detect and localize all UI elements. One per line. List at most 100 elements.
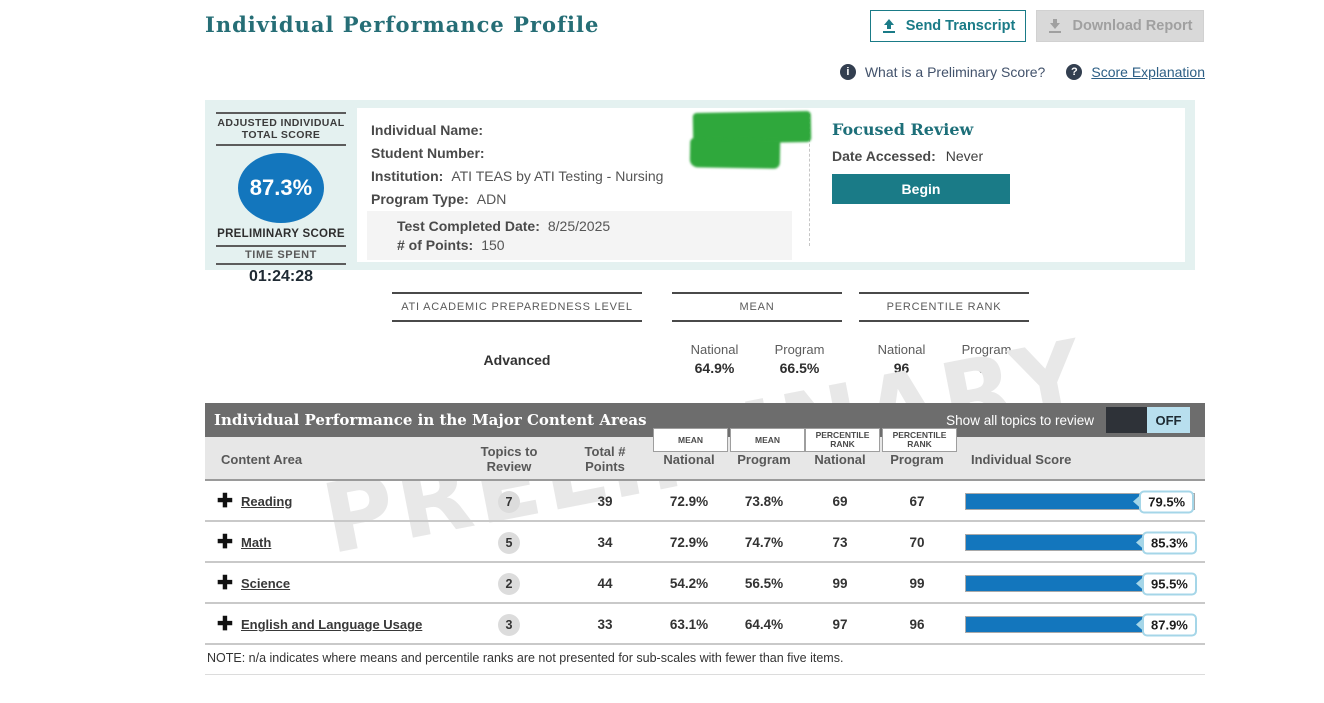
focused-review-section: Focused Review Date Accessed: Never Begi…: [832, 120, 1162, 204]
info-icon: i: [840, 64, 856, 80]
column-topics-to-review: Topics to Review: [469, 437, 549, 481]
total-points-value: 39: [575, 481, 635, 522]
show-topics-toggle[interactable]: OFF: [1106, 407, 1190, 433]
mean-program-value: 73.8%: [734, 481, 794, 522]
percentile-program-value: 99: [887, 563, 947, 604]
total-points-value: 34: [575, 522, 635, 563]
preparedness-level-block: ATI ACADEMIC PREPAREDNESS LEVEL Advanced: [392, 292, 642, 368]
content-area-link[interactable]: Reading: [241, 481, 292, 522]
table-title: Individual Performance in the Major Cont…: [205, 411, 647, 429]
mean-national-value: 63.1%: [659, 604, 719, 645]
percentile-national-value: 69: [810, 481, 870, 522]
toggle-label: Show all topics to review: [946, 413, 1094, 428]
individual-score-bar: 95.5%: [965, 575, 1195, 592]
help-links-row: i What is a Preliminary Score? ? Score E…: [830, 64, 1205, 80]
super-header-mean-national: MEAN: [653, 428, 728, 452]
mean-block: MEAN National 64.9% Program 66.5%: [672, 292, 842, 376]
content-area-link[interactable]: English and Language Usage: [241, 604, 422, 645]
score-bar-fill: [966, 494, 1147, 509]
topics-toggle-wrap: Show all topics to review OFF: [946, 403, 1190, 437]
content-area-link[interactable]: Science: [241, 563, 290, 604]
divider: [205, 674, 1205, 675]
mean-national-value: 72.9%: [659, 481, 719, 522]
download-icon: [1047, 18, 1063, 34]
score-callout: 87.9%: [1142, 613, 1197, 636]
preparedness-level-value: Advanced: [392, 352, 642, 368]
percentile-national: National 96: [859, 342, 944, 376]
download-report-button[interactable]: Download Report: [1036, 10, 1204, 42]
individual-performance-profile-page: Individual Performance Profile Send Tran…: [0, 0, 1324, 703]
mean-program-value: 74.7%: [734, 522, 794, 563]
mean-program: Program 66.5%: [757, 342, 842, 376]
download-report-label: Download Report: [1072, 18, 1192, 34]
table-row-reading: ✚ Reading 7 39 72.9% 73.8% 69 67 79.5%: [205, 481, 1205, 522]
send-transcript-label: Send Transcript: [906, 18, 1016, 34]
number-redaction-marker: [690, 138, 780, 169]
mean-national-value: 72.9%: [659, 522, 719, 563]
program-type-field: Program Type: ADN: [371, 187, 801, 210]
expand-plus-icon[interactable]: ✚: [215, 604, 235, 645]
expand-plus-icon[interactable]: ✚: [215, 481, 235, 522]
date-accessed-field: Date Accessed: Never: [832, 148, 1162, 164]
question-icon: ?: [1066, 64, 1082, 80]
individual-info-card: Individual Name: Student Number: Institu…: [357, 108, 1185, 262]
percentile-program-value: 67: [887, 481, 947, 522]
individual-score-bar: 79.5%: [965, 493, 1195, 510]
column-content-area: Content Area: [221, 437, 302, 481]
mean-header: MEAN: [672, 292, 842, 322]
points-field: # of Points: 150: [397, 235, 784, 254]
topics-count-badge: 5: [498, 532, 520, 554]
test-date-field: Test Completed Date: 8/25/2025: [397, 216, 784, 235]
total-points-value: 33: [575, 604, 635, 645]
focused-review-title: Focused Review: [832, 120, 1162, 139]
expand-plus-icon[interactable]: ✚: [215, 522, 235, 563]
preparedness-level-header: ATI ACADEMIC PREPAREDNESS LEVEL: [392, 292, 642, 322]
toggle-state: OFF: [1147, 407, 1190, 433]
percentile-national-value: 99: [810, 563, 870, 604]
mean-program-value: 64.4%: [734, 604, 794, 645]
content-area-link[interactable]: Math: [241, 522, 271, 563]
score-bar-fill: [966, 535, 1160, 550]
score-callout: 95.5%: [1142, 572, 1197, 595]
total-score-circle: 87.3%: [238, 153, 324, 223]
super-header-percentile-program: PERCENTILE RANK: [882, 428, 957, 452]
percentile-program-value: 70: [887, 522, 947, 563]
time-spent-label: TIME SPENT: [205, 247, 357, 263]
super-header-percentile-national: PERCENTILE RANK: [805, 428, 880, 452]
individual-score-bar: 87.9%: [965, 616, 1195, 633]
percentile-program-value: 96: [887, 604, 947, 645]
page-title: Individual Performance Profile: [205, 12, 599, 37]
score-explanation-link[interactable]: Score Explanation: [1091, 64, 1205, 80]
table-row-math: ✚ Math 5 34 72.9% 74.7% 73 70 85.3%: [205, 522, 1205, 563]
test-details-box: Test Completed Date: 8/25/2025 # of Poin…: [367, 211, 792, 260]
percentile-rank-block: PERCENTILE RANK National 96 Program 95: [859, 292, 1029, 376]
toggle-knob: [1106, 407, 1147, 433]
percentile-rank-header: PERCENTILE RANK: [859, 292, 1029, 322]
divider: [216, 144, 346, 146]
individual-score-bar: 85.3%: [965, 534, 1195, 551]
table-row-science: ✚ Science 2 44 54.2% 56.5% 99 99 95.5%: [205, 563, 1205, 604]
mean-program-value: 56.5%: [734, 563, 794, 604]
time-spent-value: 01:24:28: [205, 265, 357, 286]
adjusted-score-box: ADJUSTED INDIVIDUAL TOTAL SCORE 87.3% PR…: [205, 100, 357, 270]
expand-plus-icon[interactable]: ✚: [215, 563, 235, 604]
total-points-value: 44: [575, 563, 635, 604]
topics-count-badge: 2: [498, 573, 520, 595]
upload-icon: [881, 18, 897, 34]
total-score-value: 87.3%: [250, 175, 312, 201]
summary-panel: ADJUSTED INDIVIDUAL TOTAL SCORE 87.3% PR…: [205, 100, 1195, 270]
table-row-english: ✚ English and Language Usage 3 33 63.1% …: [205, 604, 1205, 645]
topics-count-badge: 7: [498, 491, 520, 513]
mean-national-value: 54.2%: [659, 563, 719, 604]
mean-national: National 64.9%: [672, 342, 757, 376]
percentile-national-value: 73: [810, 522, 870, 563]
preliminary-score-question[interactable]: What is a Preliminary Score?: [865, 64, 1046, 80]
score-callout: 85.3%: [1142, 531, 1197, 554]
super-header-mean-program: MEAN: [730, 428, 805, 452]
column-individual-score: Individual Score: [971, 437, 1071, 481]
topics-count-badge: 3: [498, 614, 520, 636]
send-transcript-button[interactable]: Send Transcript: [870, 10, 1026, 42]
begin-button[interactable]: Begin: [832, 174, 1010, 204]
percentile-program: Program 95: [944, 342, 1029, 376]
table-note: NOTE: n/a indicates where means and perc…: [205, 645, 1205, 674]
